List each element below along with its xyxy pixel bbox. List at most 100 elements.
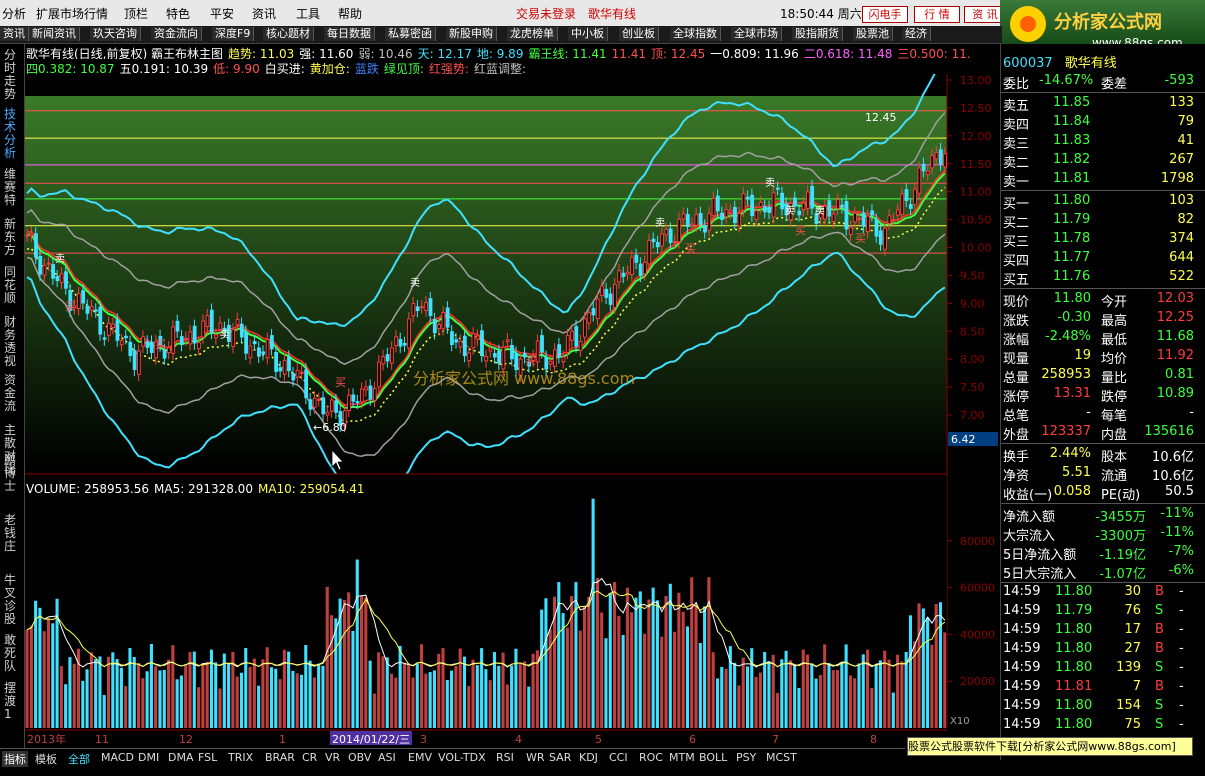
menu-item-ext-market[interactable]: 扩展市场行情 <box>36 5 108 22</box>
indicator-tab[interactable]: TRIX <box>228 751 253 764</box>
toolbar-tab[interactable]: 新股申购 <box>446 27 497 41</box>
toolbar-tab[interactable]: 核心题材 <box>263 27 314 41</box>
left-tab[interactable]: 摆渡1 <box>4 682 18 721</box>
indicator-tab[interactable]: 全部 <box>68 751 90 767</box>
volume-bar <box>561 613 565 728</box>
candle-body <box>398 338 403 347</box>
indicator-tab[interactable]: ASI <box>378 751 396 764</box>
date-label: 11 <box>95 733 109 746</box>
price-tick-label: 7.50 <box>960 381 985 394</box>
toolbar-tab[interactable]: 股票池 <box>853 27 893 41</box>
indicator-tab[interactable]: OBV <box>348 751 371 764</box>
indicator-tab[interactable]: SAR <box>549 751 571 764</box>
header-field: VOLUME: 258953.56 <box>26 482 149 496</box>
volume-bar <box>784 650 788 728</box>
quote-field: 11.82 <box>1053 152 1091 167</box>
toolbar-tab[interactable]: 龙虎榜单 <box>507 27 558 41</box>
indicator-tab[interactable]: VOL-TDX <box>438 751 486 764</box>
promo-strip[interactable]: 股票公式股票软件下载[分析家公式网www.88gs.com] <box>907 737 1193 756</box>
left-tab[interactable]: 技术分析 <box>4 108 18 160</box>
volume-bar <box>329 615 334 728</box>
toolbar-tab[interactable]: 中小板 <box>568 27 608 41</box>
menu-item-tools[interactable]: 工具 <box>296 5 320 22</box>
menu-item-news[interactable]: 资讯 <box>252 5 276 22</box>
indicator-tab[interactable]: 模板 <box>35 751 57 767</box>
left-tab[interactable]: 维赛特 <box>4 168 18 207</box>
indicator-tab[interactable]: 指标 <box>2 751 28 767</box>
sell-signal: 卖 <box>55 253 65 265</box>
tick-row: 14:59 11.80 30 B - <box>1003 584 1184 599</box>
toolbar-tab[interactable]: 股指期货 <box>792 27 843 41</box>
toolbar-tab[interactable]: 资讯 <box>0 27 29 41</box>
indicator-tab[interactable]: DMA <box>168 751 194 764</box>
candle-body <box>690 223 694 227</box>
volume-bar <box>141 678 145 728</box>
flash-trade-button[interactable]: 闪电手 <box>862 6 908 23</box>
tick-price: 11.80 <box>1055 622 1093 637</box>
menu-item-special[interactable]: 特色 <box>166 5 190 22</box>
volume-bar <box>411 677 415 728</box>
indicator-tab[interactable]: EMV <box>408 751 432 764</box>
indicator-tab[interactable]: KDJ <box>579 751 598 764</box>
left-tab[interactable]: 老钱庄 <box>4 514 18 553</box>
indicator-tab[interactable]: RSI <box>496 751 514 764</box>
candle-body <box>209 309 214 333</box>
left-tab[interactable]: 新东方 <box>4 218 18 257</box>
toolbar-tab[interactable]: 每日数据 <box>324 27 375 41</box>
toolbar-tab[interactable]: 全球市场 <box>731 27 782 41</box>
menu-item-topbar[interactable]: 顶栏 <box>124 5 148 22</box>
indicator-tab[interactable]: CCI <box>609 751 628 764</box>
volume-bar <box>685 626 689 728</box>
left-tab[interactable]: 资金流 <box>4 374 18 413</box>
volume-bar <box>737 685 741 728</box>
toolbar-tab[interactable]: 经济 <box>902 27 931 41</box>
quote-field: 103 <box>1169 193 1194 208</box>
menu-item-analysis[interactable]: 分析 <box>2 5 26 22</box>
stats-row: 外盘 123337 内盘 135616 <box>1003 423 1196 443</box>
quote-field: 总量 <box>1003 371 1030 386</box>
quote-field: 644 <box>1169 250 1194 265</box>
kline-chart-area[interactable]: 13.00 12.50 12.00 11.50 11.00 10.50 10.00 9.50 9… <box>25 74 998 748</box>
volume-bar <box>810 663 814 728</box>
left-tab[interactable]: 财务透视 <box>4 316 18 368</box>
header-field: 四0.382: 10.87 <box>26 62 115 74</box>
indicator-tab[interactable]: WR <box>526 751 545 764</box>
left-tab[interactable]: 敢死队 <box>4 634 18 673</box>
indicator-tab[interactable]: FSL <box>198 751 217 764</box>
left-tab[interactable]: 分时走势 <box>4 49 18 101</box>
menu-item-pingan[interactable]: 平安 <box>210 5 234 22</box>
menu-item-help[interactable]: 帮助 <box>338 5 362 22</box>
header-field: MA5: 291328.00 <box>154 482 253 496</box>
toolbar-tab[interactable]: 玖天咨询 <box>90 27 141 41</box>
toolbar-tab[interactable]: 创业板 <box>619 27 659 41</box>
left-tab[interactable]: 鹏博士 <box>4 454 18 493</box>
indicator-tab[interactable]: PSY <box>736 751 756 764</box>
indicator-tab[interactable]: BOLL <box>699 751 727 764</box>
stats-row: 总笔 - 每笔 - <box>1003 404 1196 424</box>
indicator-tab[interactable]: MACD <box>101 751 134 764</box>
candle-body <box>471 333 476 349</box>
toolbar-tab[interactable]: 资金流向 <box>151 27 202 41</box>
volume-bar <box>424 673 428 728</box>
indicator-tab[interactable]: MTM <box>669 751 695 764</box>
volume-bar <box>149 643 153 728</box>
quote-field: 0.81 <box>1165 367 1194 382</box>
quote-value: 13.31 <box>1053 386 1091 401</box>
toolbar-tab[interactable]: 新闻资讯 <box>29 27 80 41</box>
toolbar-tab[interactable]: 深度F9 <box>212 27 255 41</box>
indicator-tab[interactable]: BRAR <box>265 751 295 764</box>
indicator-tab[interactable]: CR <box>302 751 317 764</box>
volume-bar <box>527 686 531 728</box>
indicator-tab[interactable]: DMI <box>138 751 159 764</box>
candle-body <box>488 347 493 352</box>
indicator-tab[interactable]: ROC <box>639 751 663 764</box>
left-tab[interactable]: 同花顺 <box>4 266 18 305</box>
toolbar-tab[interactable]: 私募密函 <box>385 27 436 41</box>
quote-button[interactable]: 行 情 <box>914 6 960 23</box>
indicator-tab[interactable]: VR <box>325 751 340 764</box>
toolbar-tab[interactable]: 全球指数 <box>670 27 721 41</box>
indicator-tab[interactable]: MCST <box>766 751 797 764</box>
candle-body <box>908 204 913 209</box>
volume-bar <box>608 593 612 728</box>
left-tab[interactable]: 牛叉诊股 <box>4 574 18 626</box>
